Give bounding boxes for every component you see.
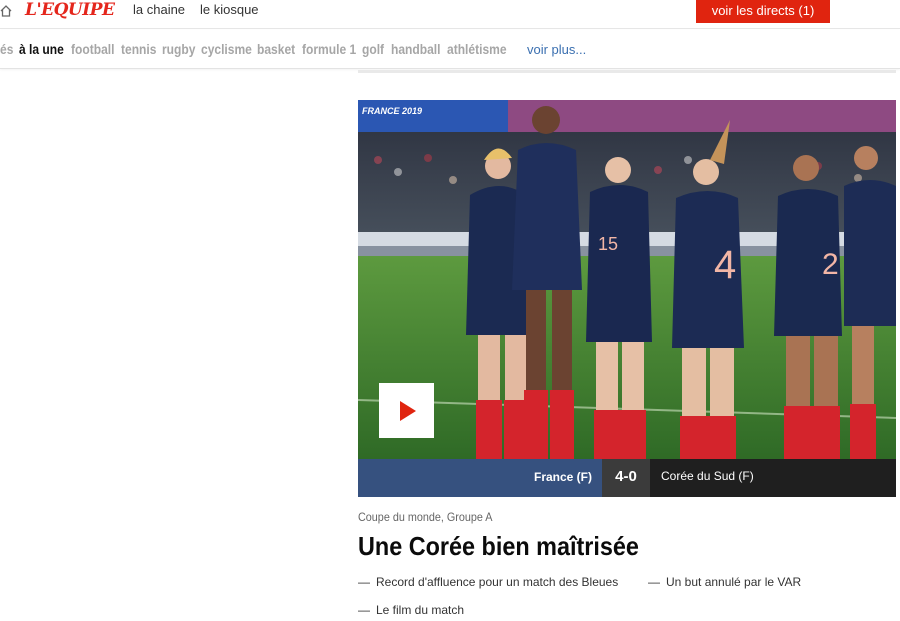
dash-icon: — [648,575,660,589]
sport-nav: és à la une football tennis rugby cyclis… [0,30,900,69]
article-kicker[interactable]: Coupe du monde, Groupe A [358,510,492,524]
dash-icon: — [358,603,370,617]
related-link-label: Record d'affluence pour un match des Ble… [376,575,619,589]
nav-item-athletisme[interactable]: athlétisme [447,41,507,57]
related-link-label: Le film du match [376,603,465,617]
nav-item-football[interactable]: football [71,41,114,57]
related-link-affluence[interactable]: — Record d'affluence pour un match des Bl… [358,575,618,589]
top-bar: L'EQUIPE la chaine le kiosque voir les d… [0,0,900,29]
hero-banner-text: FRANCE 2019 [362,106,422,116]
svg-text:4: 4 [714,243,736,287]
live-matches-button[interactable]: voir les directs (1) [696,0,830,23]
svg-text:2: 2 [822,248,839,281]
link-le-kiosque[interactable]: le kiosque [200,2,259,18]
link-la-chaine[interactable]: la chaine [133,2,185,18]
home-team-panel: France (F) [358,459,602,497]
nav-item-rugby[interactable]: rugby [162,41,195,57]
match-score: 4-0 [602,459,650,497]
article-headline[interactable]: Une Corée bien maîtrisée [358,530,639,562]
nav-more-link[interactable]: voir plus... [527,42,586,58]
nav-item-formule-1[interactable]: formule 1 [302,41,356,57]
related-link-film[interactable]: — Le film du match [358,603,464,617]
nav-item-basket[interactable]: basket [257,41,295,57]
nav-item-handball[interactable]: handball [391,41,441,57]
related-link-label: Un but annulé par le VAR [666,575,802,589]
svg-text:15: 15 [598,234,618,254]
nav-item-cyclisme[interactable]: cyclisme [201,41,252,57]
play-icon [400,401,416,421]
nav-item-a-la-une[interactable]: à la une [19,41,64,57]
away-team-name: Corée du Sud (F) [661,469,754,483]
nav-item-tennis[interactable]: tennis [121,41,156,57]
article-hero-image[interactable]: FRANCE 2019 15 4 2 [358,100,896,459]
site-logo[interactable]: L'EQUIPE [25,0,115,22]
content-divider [358,70,896,73]
related-link-var[interactable]: — Un but annulé par le VAR [648,575,801,589]
video-play-button[interactable] [379,383,434,438]
home-team-name: France (F) [533,470,592,484]
scoreboard[interactable]: France (F) 4-0 Corée du Sud (F) [358,459,896,497]
nav-item-golf[interactable]: golf [362,41,384,57]
dash-icon: — [358,575,370,589]
home-icon[interactable] [0,4,12,18]
nav-item-partial[interactable]: és [0,41,13,57]
